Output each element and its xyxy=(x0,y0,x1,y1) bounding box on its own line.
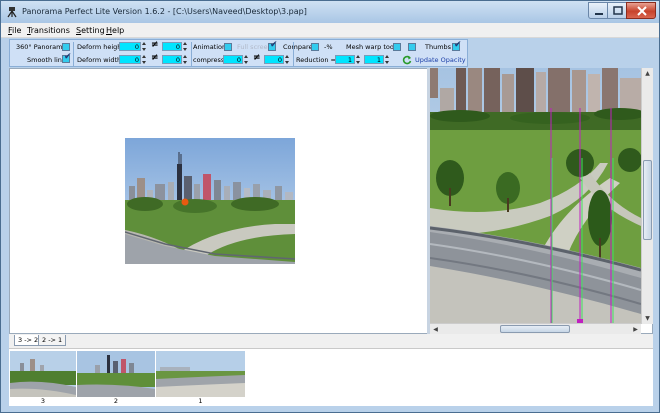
deform-width-field-2[interactable]: 0 xyxy=(162,55,182,64)
full-screen-checkbox[interactable] xyxy=(268,40,278,51)
menu-setting-rest: etting xyxy=(81,26,105,35)
compress-field-1[interactable]: 0 xyxy=(223,55,243,64)
compress-spinner-2[interactable] xyxy=(285,55,290,64)
minimize-icon xyxy=(595,13,603,15)
mesh-warp-tool-checkbox-2[interactable] xyxy=(408,43,416,51)
panorama-preview-image[interactable] xyxy=(125,138,295,264)
horizontal-scrollbar[interactable]: ◀ ▶ xyxy=(430,323,641,334)
not-equal-toggle-compress[interactable]: ≠ xyxy=(253,53,261,63)
horizontal-scroll-thumb[interactable] xyxy=(500,325,570,333)
reduction-spinner-1[interactable] xyxy=(356,55,361,64)
thumbnail-1-label: 1 xyxy=(198,397,203,405)
deform-width-value-1: 0 xyxy=(134,56,139,64)
thumbnail-bar: 3 2 1 xyxy=(9,348,653,406)
toolbar-separator xyxy=(191,42,192,66)
transition-tabs: 3 -> 2 2 -> 1 xyxy=(9,334,653,348)
menu-transitions-rest: ransitions xyxy=(30,26,70,35)
compare-checkbox[interactable] xyxy=(311,43,319,51)
menu-setting[interactable]: Setting xyxy=(76,26,105,35)
deform-width-spinner-1[interactable] xyxy=(142,55,147,64)
toolbar-separator xyxy=(73,42,74,66)
animation-label: Animation xyxy=(193,43,227,51)
deform-height-field-2[interactable]: 0 xyxy=(162,42,182,51)
thumbnail-3[interactable] xyxy=(10,351,76,397)
deform-height-value-2: 0 xyxy=(175,43,180,51)
reduction-field-1[interactable]: 1 xyxy=(335,55,355,64)
update-opacity-button[interactable]: Update Opacity xyxy=(415,56,466,64)
app-tripod-icon[interactable] xyxy=(6,6,18,18)
compress-field-2[interactable]: 0 xyxy=(264,55,284,64)
reduction-value-2: 1 xyxy=(376,56,381,64)
close-icon xyxy=(637,6,647,16)
maximize-button[interactable] xyxy=(607,2,627,19)
thumbs-label: Thumbs xyxy=(425,43,452,51)
thumbnail-2[interactable] xyxy=(77,351,155,397)
vertical-scroll-thumb[interactable] xyxy=(643,160,652,240)
deform-height-field-1[interactable]: 0 xyxy=(119,42,141,51)
menu-help-rest: elp xyxy=(112,26,125,35)
thumbs-checkbox[interactable] xyxy=(452,40,462,51)
window-title: Panorama Perfect Lite Version 1.6.2 - [C… xyxy=(22,7,307,16)
toolbar-separator xyxy=(293,42,294,66)
deform-width-field-1[interactable]: 0 xyxy=(119,55,141,64)
thumbnail-1[interactable] xyxy=(156,351,245,397)
smooth-line-label: Smooth line xyxy=(27,56,66,64)
menu-help[interactable]: Help xyxy=(106,26,124,35)
deform-height-value-1: 0 xyxy=(134,43,139,51)
menu-file-rest: ile xyxy=(12,26,22,35)
compress-label: compress: xyxy=(193,56,227,64)
reduction-value-1: 1 xyxy=(347,56,352,64)
compare-percent-label: -% xyxy=(324,43,333,51)
deform-width-value-2: 0 xyxy=(175,56,180,64)
reduction-spinner-2[interactable] xyxy=(385,55,390,64)
not-equal-toggle-height[interactable]: ≠ xyxy=(151,40,159,50)
scroll-up-icon[interactable]: ▲ xyxy=(642,68,653,79)
reduction-field-2[interactable]: 1 xyxy=(364,55,384,64)
scroll-down-icon[interactable]: ▼ xyxy=(642,313,653,324)
app-window: Panorama Perfect Lite Version 1.6.2 - [C… xyxy=(0,0,660,413)
panorama-360-checkbox[interactable] xyxy=(62,43,70,51)
panorama-360-label: 360° Panorama xyxy=(16,43,67,51)
close-button[interactable] xyxy=(626,2,656,19)
deform-height-spinner-2[interactable] xyxy=(183,42,188,51)
thumbnail-3-label: 3 xyxy=(40,397,46,405)
vertical-scrollbar[interactable]: ▲ ▼ xyxy=(641,68,653,324)
mesh-warp-tool-checkbox[interactable] xyxy=(393,43,401,51)
menu-file[interactable]: File xyxy=(8,26,21,35)
transition-photo-view[interactable] xyxy=(430,68,641,324)
compress-spinner-1[interactable] xyxy=(244,55,249,64)
menu-bar: File Transitions Setting Help xyxy=(1,23,659,38)
animation-checkbox[interactable] xyxy=(224,43,232,51)
tab-2-to-1[interactable]: 2 -> 1 xyxy=(38,335,67,346)
compress-value-1: 0 xyxy=(236,56,241,64)
thumbnail-2-label: 2 xyxy=(113,397,119,405)
not-equal-toggle-width[interactable]: ≠ xyxy=(151,53,159,63)
deform-width-label: Deform width: xyxy=(77,56,124,64)
deform-height-spinner-1[interactable] xyxy=(142,42,147,51)
mesh-warp-tool-label: Mesh warp tool xyxy=(346,43,396,51)
reduction-label: Reduction = xyxy=(296,56,337,64)
maximize-icon xyxy=(613,6,623,15)
deform-width-spinner-2[interactable] xyxy=(183,55,188,64)
options-toolbar: 360° Panorama Deform height: 0 ≠ 0 Anima… xyxy=(9,39,468,67)
smooth-line-checkbox[interactable] xyxy=(62,52,72,63)
menu-transitions[interactable]: Transitions xyxy=(27,26,70,35)
title-bar: Panorama Perfect Lite Version 1.6.2 - [C… xyxy=(1,1,659,23)
refresh-icon[interactable] xyxy=(402,55,412,65)
full-screen-label: Full screen xyxy=(237,43,272,51)
minimize-button[interactable] xyxy=(588,2,608,19)
compress-value-2: 0 xyxy=(277,56,282,64)
compare-label: Compare xyxy=(283,43,313,51)
